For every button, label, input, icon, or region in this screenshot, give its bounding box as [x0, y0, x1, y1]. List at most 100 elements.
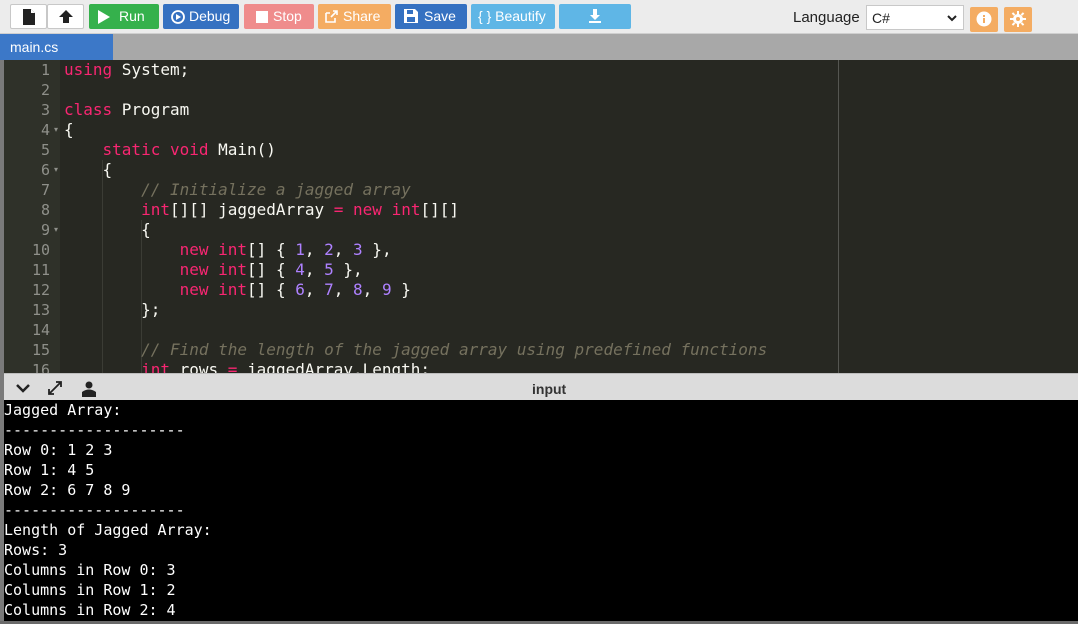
code-token: class	[64, 100, 113, 119]
stop-label: Stop	[273, 8, 302, 24]
console-line: Row 0: 1 2 3	[4, 441, 113, 459]
code-token: 4	[295, 260, 305, 279]
code-token: int	[218, 280, 248, 299]
console-line: --------------------	[4, 421, 185, 439]
code-line: static void Main()	[64, 140, 276, 160]
code-token: 3	[353, 240, 363, 259]
debug-icon	[171, 10, 185, 24]
upload-button[interactable]	[47, 4, 84, 29]
share-label: Share	[343, 8, 381, 24]
chevron-down-icon[interactable]	[16, 384, 30, 394]
code-token: 5	[324, 260, 334, 279]
debug-button[interactable]: Debug	[163, 4, 239, 29]
input-panel-title: input	[532, 381, 567, 397]
line-number: 15	[31, 341, 50, 359]
code-line: {	[64, 160, 113, 180]
info-icon	[976, 11, 992, 27]
code-token: int	[218, 260, 248, 279]
line-number: 12	[31, 281, 50, 299]
code-editor[interactable]: 1 2 3 4 ▾ 5 6 ▾ 7 8 9 ▾ 10 11 12 13 14 15 16 using System;…	[4, 60, 1078, 373]
code-token: [] {	[247, 260, 296, 279]
code-token: ,	[304, 280, 325, 299]
gear-icon	[1010, 11, 1026, 27]
beautify-button[interactable]: { } Beautify	[471, 4, 555, 29]
save-button[interactable]: Save	[395, 4, 467, 29]
language-select[interactable]: C#	[866, 5, 964, 30]
code-token: 1	[295, 240, 305, 259]
share-icon	[325, 10, 338, 23]
code-token: new	[353, 200, 382, 219]
console-line: Row 2: 6 7 8 9	[4, 481, 131, 499]
download-icon	[589, 9, 601, 23]
console-line: Columns in Row 2: 4	[4, 601, 176, 619]
console-line: Columns in Row 1: 2	[4, 581, 176, 599]
console-line: Jagged Array:	[4, 401, 122, 419]
line-number: 11	[31, 261, 50, 279]
code-line: class Program	[64, 100, 189, 120]
line-number: 3	[40, 101, 50, 119]
fold-toggle-icon[interactable]: ▾	[54, 220, 58, 240]
output-console[interactable]: Jagged Array: -------------------- Row 0: …	[4, 400, 1078, 622]
code-token: };	[64, 300, 161, 319]
code-token: int	[391, 200, 421, 219]
code-token: int	[141, 360, 170, 373]
download-button[interactable]	[559, 4, 631, 29]
code-token: },	[333, 260, 363, 279]
code-line: {	[64, 220, 151, 240]
code-token: System;	[112, 60, 190, 79]
upload-icon	[59, 10, 73, 23]
line-number: 14	[31, 321, 50, 339]
code-token: 7	[324, 280, 334, 299]
settings-button[interactable]	[1004, 7, 1032, 32]
code-line: using System;	[64, 60, 189, 80]
code-line: new int[] { 1, 2, 3 },	[64, 240, 392, 260]
code-token: {	[64, 220, 151, 239]
code-token: 6	[295, 280, 305, 299]
code-token: [] {	[247, 280, 296, 299]
expand-icon[interactable]	[47, 380, 63, 396]
code-token: {	[64, 160, 113, 179]
fold-toggle-icon[interactable]: ▾	[54, 160, 58, 180]
code-token: static	[102, 140, 161, 159]
debug-label: Debug	[189, 8, 231, 24]
code-token: ,	[304, 240, 325, 259]
stop-button[interactable]: Stop	[244, 4, 314, 29]
tab-main-cs[interactable]: main.cs	[0, 34, 113, 60]
line-number: 6	[40, 161, 50, 179]
code-token: jaggedArray.Length;	[237, 360, 431, 373]
code-token: int	[141, 200, 170, 219]
line-number: 4	[40, 121, 50, 139]
code-line: new int[] { 6, 7, 8, 9 }	[64, 280, 411, 300]
code-token: ,	[333, 280, 354, 299]
info-button[interactable]	[970, 7, 998, 32]
code-token: // Find the length of the jagged array u…	[141, 340, 768, 359]
run-button[interactable]: Run	[89, 4, 159, 29]
fold-toggle-icon[interactable]: ▾	[54, 120, 58, 140]
console-line: Row 1: 4 5	[4, 461, 95, 479]
beautify-label: { } Beautify	[478, 8, 546, 24]
share-button[interactable]: Share	[318, 4, 391, 29]
code-token: =	[333, 200, 344, 219]
toolbar: Run Debug Stop Share Save { } Beautify L…	[0, 0, 1078, 34]
user-input-icon[interactable]	[82, 381, 96, 397]
code-token: // Initialize a jagged array	[141, 180, 411, 199]
code-line: new int[] { 4, 5 },	[64, 260, 363, 280]
code-token: new	[179, 240, 209, 259]
code-token: using	[64, 60, 113, 79]
console-line: Length of Jagged Array:	[4, 521, 212, 539]
line-number-gutter: 1 2 3 4 ▾ 5 6 ▾ 7 8 9 ▾ 10 11 12 13 14 15 16	[4, 60, 60, 373]
new-file-button[interactable]	[10, 4, 47, 29]
code-token: }	[391, 280, 411, 299]
line-number: 8	[40, 201, 50, 219]
code-token: =	[227, 360, 238, 373]
code-line: {	[64, 120, 74, 140]
input-panel-header: input	[4, 373, 1078, 400]
